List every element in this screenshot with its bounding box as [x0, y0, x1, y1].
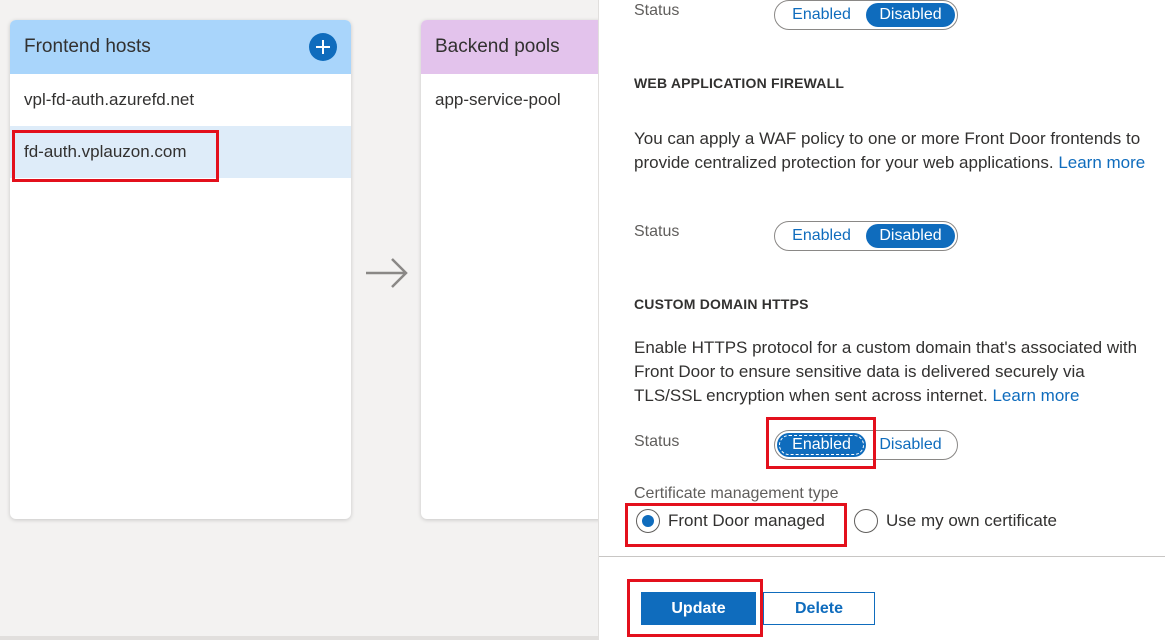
- delete-button[interactable]: Delete: [763, 592, 875, 625]
- backend-pools-header: Backend pools: [421, 20, 621, 74]
- waf-section-title: WEB APPLICATION FIREWALL: [634, 75, 845, 91]
- frontend-hosts-title: Frontend hosts: [24, 36, 151, 57]
- https-status-label: Status: [634, 433, 680, 450]
- radio-option-label: Use my own certificate: [886, 511, 1057, 530]
- canvas-bottom-strip: [0, 636, 598, 640]
- add-frontend-host-button[interactable]: [309, 33, 337, 61]
- waf-status-toggle[interactable]: Enabled Disabled: [774, 221, 958, 251]
- toggle-disabled-option[interactable]: Disabled: [866, 433, 955, 457]
- https-status-toggle[interactable]: Enabled Disabled: [774, 430, 958, 460]
- radio-option-label: Front Door managed: [668, 511, 825, 530]
- toggle-enabled-option[interactable]: Enabled: [777, 433, 866, 457]
- toggle-enabled-option[interactable]: Enabled: [777, 3, 866, 27]
- backend-pool-label: app-service-pool: [435, 90, 561, 109]
- frontend-hosts-card: Frontend hosts vpl-fd-auth.azurefd.net f…: [10, 20, 351, 519]
- update-button[interactable]: Update: [641, 592, 756, 625]
- radio-dot-icon: [642, 515, 654, 527]
- frontend-settings-panel: Status Enabled Disabled WEB APPLICATION …: [598, 0, 1165, 640]
- https-description: Enable HTTPS protocol for a custom domai…: [634, 336, 1154, 408]
- frontend-host-label: vpl-fd-auth.azurefd.net: [24, 90, 195, 109]
- waf-learn-more-link[interactable]: Learn more: [1058, 153, 1145, 172]
- radio-use-own-certificate[interactable]: Use my own certificate: [854, 509, 1057, 533]
- backend-pool-item[interactable]: app-service-pool: [421, 74, 621, 126]
- toggle-enabled-option[interactable]: Enabled: [777, 224, 866, 248]
- arrow-right-icon: [366, 258, 408, 288]
- session-affinity-toggle[interactable]: Enabled Disabled: [774, 0, 958, 30]
- waf-description: You can apply a WAF policy to one or mor…: [634, 127, 1154, 175]
- app-root: Frontend hosts vpl-fd-auth.azurefd.net f…: [0, 0, 1165, 640]
- plus-icon: [316, 40, 330, 54]
- footer-divider: [599, 556, 1165, 557]
- session-affinity-status-label: Status: [634, 2, 680, 19]
- radio-unchecked-icon[interactable]: [854, 509, 878, 533]
- frontend-hosts-header: Frontend hosts: [10, 20, 351, 74]
- toggle-disabled-option[interactable]: Disabled: [866, 3, 955, 27]
- https-learn-more-link[interactable]: Learn more: [992, 386, 1079, 405]
- waf-status-label: Status: [634, 223, 680, 240]
- backend-pools-card: Backend pools app-service-pool: [421, 20, 621, 519]
- radio-checked-icon[interactable]: [636, 509, 660, 533]
- frontend-host-item[interactable]: vpl-fd-auth.azurefd.net: [10, 74, 351, 126]
- radio-front-door-managed[interactable]: Front Door managed: [636, 509, 825, 533]
- backend-pools-title: Backend pools: [435, 36, 560, 57]
- toggle-disabled-option[interactable]: Disabled: [866, 224, 955, 248]
- certificate-management-label: Certificate management type: [634, 485, 839, 502]
- https-section-title: CUSTOM DOMAIN HTTPS: [634, 296, 809, 312]
- frontend-host-item-selected[interactable]: fd-auth.vplauzon.com: [10, 126, 351, 178]
- frontend-host-label: fd-auth.vplauzon.com: [24, 142, 187, 161]
